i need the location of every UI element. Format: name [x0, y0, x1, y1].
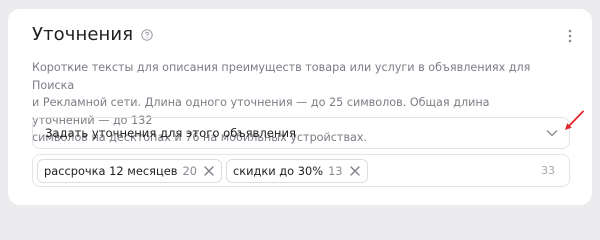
chip-label: скидки до 30%: [232, 163, 324, 178]
refinement-chip: скидки до 30% 13: [225, 158, 368, 183]
description-line: Короткие тексты для описания преимуществ…: [32, 61, 531, 92]
chip-char-count: 20: [182, 163, 197, 178]
vertical-dots-icon[interactable]: [568, 28, 572, 44]
refinement-chip: рассрочка 12 месяцев 20: [37, 158, 222, 183]
title-row: Уточнения: [32, 24, 153, 45]
close-icon[interactable]: [349, 165, 361, 177]
close-icon[interactable]: [203, 165, 215, 177]
chip-label: рассрочка 12 месяцев: [44, 163, 178, 178]
total-char-count: 33: [541, 164, 555, 177]
refinements-chip-input[interactable]: рассрочка 12 месяцев 20 скидки до 30% 13…: [32, 154, 570, 187]
red-arrow-icon: [565, 110, 584, 130]
refinements-dropdown[interactable]: Задать уточнения для этого объявления: [32, 117, 570, 149]
refinements-card: Уточнения Короткие тексты для описания п…: [8, 9, 592, 205]
chevron-down-icon[interactable]: [545, 126, 559, 140]
chip-char-count: 13: [328, 163, 343, 178]
dropdown-label: Задать уточнения для этого объявления: [45, 126, 297, 140]
question-circle-icon[interactable]: [141, 28, 153, 41]
section-title: Уточнения: [32, 24, 134, 45]
